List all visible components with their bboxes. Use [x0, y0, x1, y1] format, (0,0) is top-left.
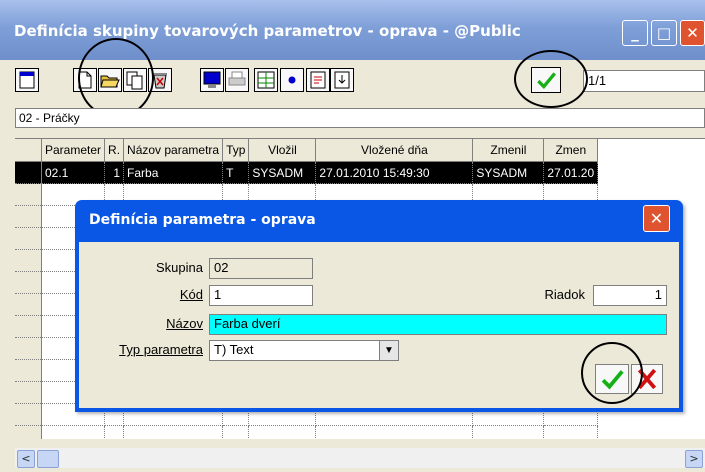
- parameter-dialog: Definícia parametra - oprava ✕ Skupina 0…: [75, 200, 683, 412]
- print-button[interactable]: [225, 68, 249, 92]
- col-vlozene-dna[interactable]: Vložené dňa: [315, 139, 474, 162]
- row-indicator: [15, 161, 42, 184]
- typ-parametra-value: T) Text: [214, 342, 254, 357]
- close-button[interactable]: ✕: [680, 20, 705, 46]
- screen-button[interactable]: [200, 68, 224, 92]
- minimize-icon: _: [631, 24, 639, 42]
- col-zmenene[interactable]: Zmen: [543, 139, 599, 162]
- maximize-button[interactable]: □: [651, 20, 677, 46]
- grid-corner: [15, 139, 42, 162]
- scroll-left-button[interactable]: <: [17, 450, 35, 468]
- close-icon: ✕: [649, 209, 664, 228]
- kod-field[interactable]: 1: [209, 285, 313, 306]
- col-vlozil[interactable]: Vložil: [248, 139, 317, 162]
- cell-nazov[interactable]: Farba: [123, 161, 224, 184]
- dot-icon: [288, 76, 296, 84]
- cell-typ[interactable]: T: [222, 161, 250, 184]
- cell-vlozil[interactable]: SYSADM: [248, 161, 317, 184]
- table-row: [15, 425, 599, 439]
- columns-icon: [257, 71, 275, 89]
- scroll-thumb[interactable]: [37, 450, 59, 468]
- col-zmenil[interactable]: Zmenil: [472, 139, 545, 162]
- chevron-left-icon: <: [21, 452, 31, 465]
- chevron-right-icon: >: [689, 452, 699, 465]
- print-icon: [228, 71, 246, 86]
- col-nazov-parametra[interactable]: Názov parametra: [123, 139, 224, 162]
- export-icon: [334, 71, 350, 89]
- cell-parameter[interactable]: 02.1: [41, 161, 106, 184]
- maximize-icon: □: [656, 24, 672, 42]
- cell-zmenil[interactable]: SYSADM: [472, 161, 545, 184]
- dot-button[interactable]: [280, 68, 304, 92]
- new-doc-button[interactable]: [15, 68, 39, 92]
- skupina-label: Skupina: [156, 260, 203, 275]
- cell-zmenene[interactable]: 27.01.20: [543, 161, 599, 184]
- typ-parametra-select[interactable]: T) Text ▼: [209, 340, 399, 361]
- export-button[interactable]: [330, 68, 354, 92]
- annotation-circle-open: [78, 38, 154, 118]
- skupina-field: 02: [209, 258, 313, 279]
- window-title: Definícia skupiny tovarových parametrov …: [14, 22, 521, 40]
- report-icon: [310, 71, 326, 89]
- riadok-label: Riadok: [544, 287, 585, 302]
- report-button[interactable]: [306, 68, 330, 92]
- cell-vlozene-dna[interactable]: 27.01.2010 15:49:30: [315, 161, 474, 184]
- cell-r[interactable]: 1: [104, 161, 125, 184]
- new-doc-icon: [19, 71, 35, 89]
- annotation-circle-confirm: [514, 50, 588, 108]
- dialog-close-button[interactable]: ✕: [643, 205, 670, 232]
- group-path-field: 02 - Práčky: [15, 108, 705, 128]
- col-typ[interactable]: Typ: [222, 139, 250, 162]
- kod-label: Kód: [179, 287, 203, 302]
- dialog-body: Skupina 02 Kód 1 Riadok 1 Názov Farba dv…: [79, 242, 679, 408]
- nazov-field[interactable]: Farba dverí: [209, 314, 667, 335]
- close-icon: ✕: [686, 24, 699, 42]
- dialog-title: Definícia parametra - oprava: [89, 212, 316, 228]
- annotation-circle-dialog-ok: [581, 342, 643, 404]
- scroll-right-button[interactable]: >: [685, 450, 703, 468]
- table-row[interactable]: 02.1 1 Farba T SYSADM 27.01.2010 15:49:3…: [15, 161, 599, 184]
- columns-button[interactable]: [254, 68, 278, 92]
- riadok-field[interactable]: 1: [593, 285, 667, 306]
- horizontal-scrollbar[interactable]: < >: [15, 448, 705, 468]
- minimize-button[interactable]: _: [622, 20, 648, 46]
- screen-icon: [203, 71, 221, 88]
- col-r[interactable]: R.: [104, 139, 125, 162]
- typ-parametra-label: Typ parametra: [119, 342, 203, 357]
- col-parameter[interactable]: Parameter: [41, 139, 106, 162]
- nazov-label: Názov: [166, 316, 203, 331]
- record-indicator: 1/1: [583, 70, 705, 92]
- chevron-down-icon[interactable]: ▼: [379, 341, 398, 360]
